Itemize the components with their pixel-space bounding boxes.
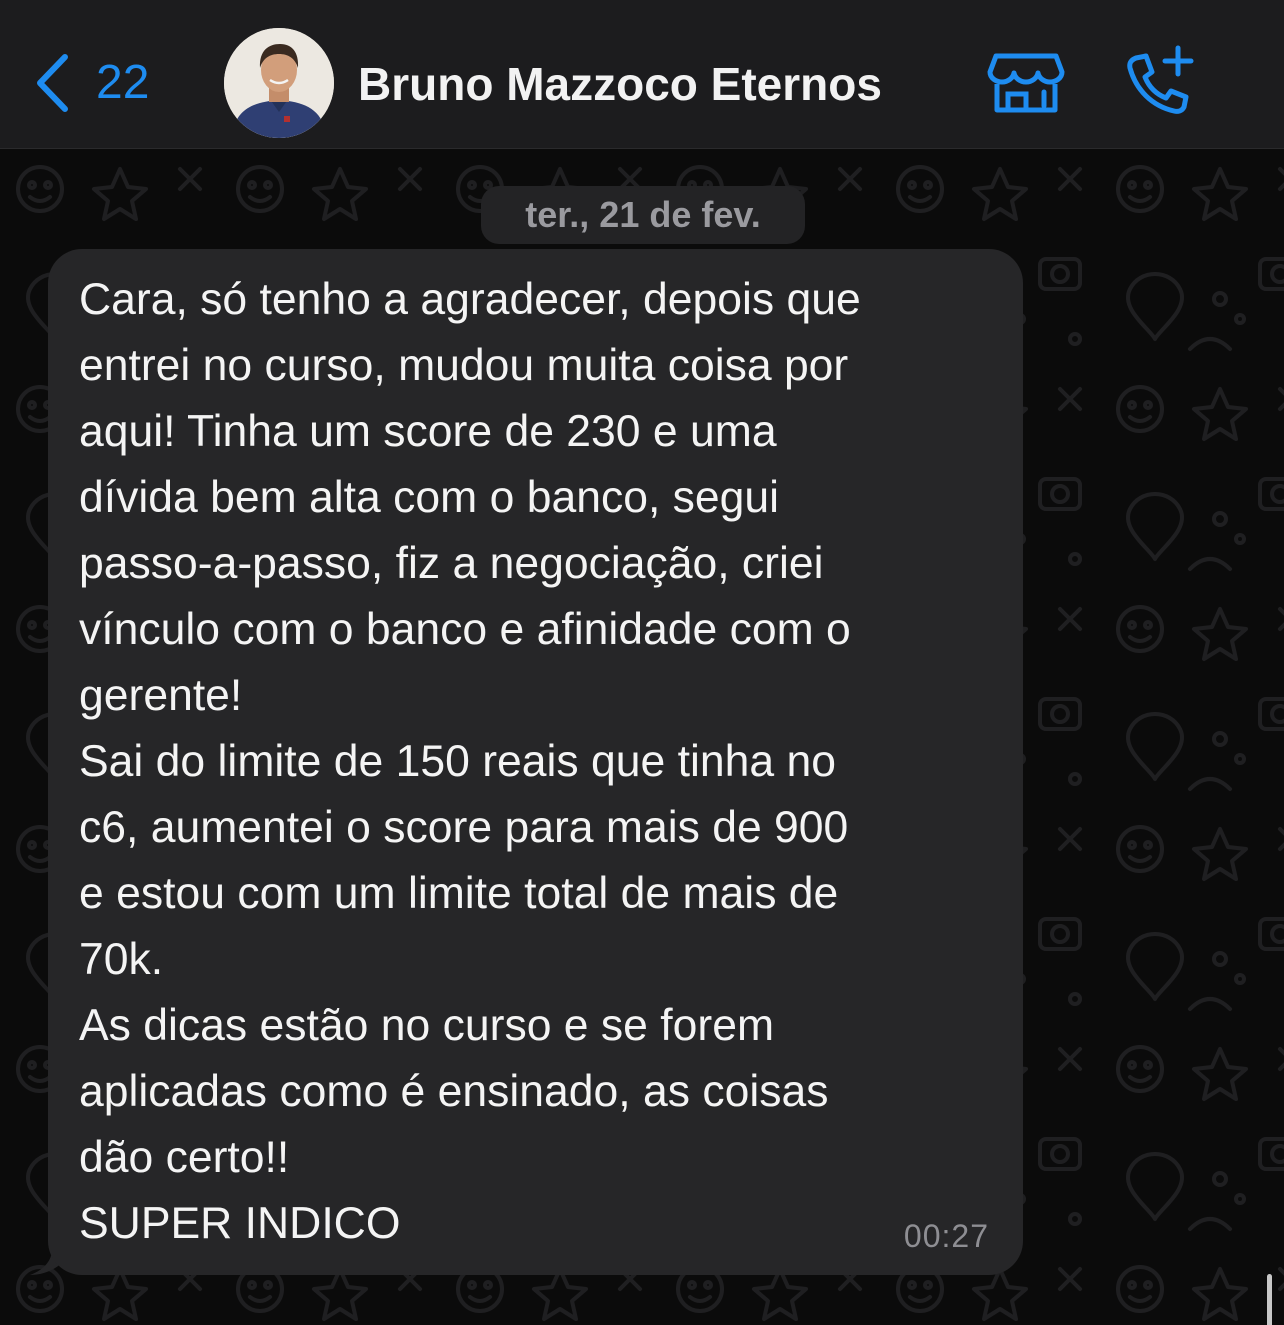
message-line: dão certo!!	[79, 1133, 290, 1182]
chat-header: 22 Bruno Mazzoco Eternos	[0, 0, 1284, 149]
message-line: 70k.	[79, 935, 164, 984]
message-line: aqui! Tinha um score de 230 e uma	[79, 407, 777, 456]
message-line: vínculo com o banco e afinidade com o	[79, 605, 851, 654]
message-line: aplicadas como é ensinado, as coisas	[79, 1067, 829, 1116]
add-call-icon[interactable]	[1118, 44, 1198, 116]
message-text: Cara, só tenho a agradecer, depois que e…	[79, 267, 999, 1257]
chevron-left-icon	[37, 54, 68, 112]
message-line: gerente!	[79, 671, 243, 720]
message-line: As dicas estão no curso e se forem	[79, 1001, 775, 1050]
chat-area[interactable]: ter., 21 de fev. Cara, só tenho a agrade…	[0, 149, 1284, 1325]
unread-count: 22	[96, 56, 150, 109]
message-timestamp: 00:27	[903, 1218, 989, 1254]
message-line: Sai do limite de 150 reais que tinha no	[79, 737, 836, 786]
contact-name[interactable]: Bruno Mazzoco Eternos	[358, 56, 882, 112]
message-line: Cara, só tenho a agradecer, depois que	[79, 275, 861, 324]
message-line: e estou com um limite total de mais de	[79, 869, 839, 918]
incoming-message-bubble[interactable]: Cara, só tenho a agradecer, depois que e…	[48, 249, 1023, 1275]
message-line: c6, aumentei o score para mais de 900	[79, 803, 849, 852]
storefront-icon[interactable]	[986, 50, 1066, 114]
back-button[interactable]: 22	[34, 48, 149, 118]
message-line: passo-a-passo, fiz a negociação, criei	[79, 539, 824, 588]
message-line: SUPER INDICO	[79, 1199, 401, 1248]
date-separator: ter., 21 de fev.	[481, 186, 805, 244]
avatar[interactable]	[224, 28, 334, 138]
message-line: entrei no curso, mudou muita coisa por	[79, 341, 849, 390]
scrollbar-thumb[interactable]	[1267, 1274, 1272, 1325]
message-line: dívida bem alta com o banco, segui	[79, 473, 780, 522]
